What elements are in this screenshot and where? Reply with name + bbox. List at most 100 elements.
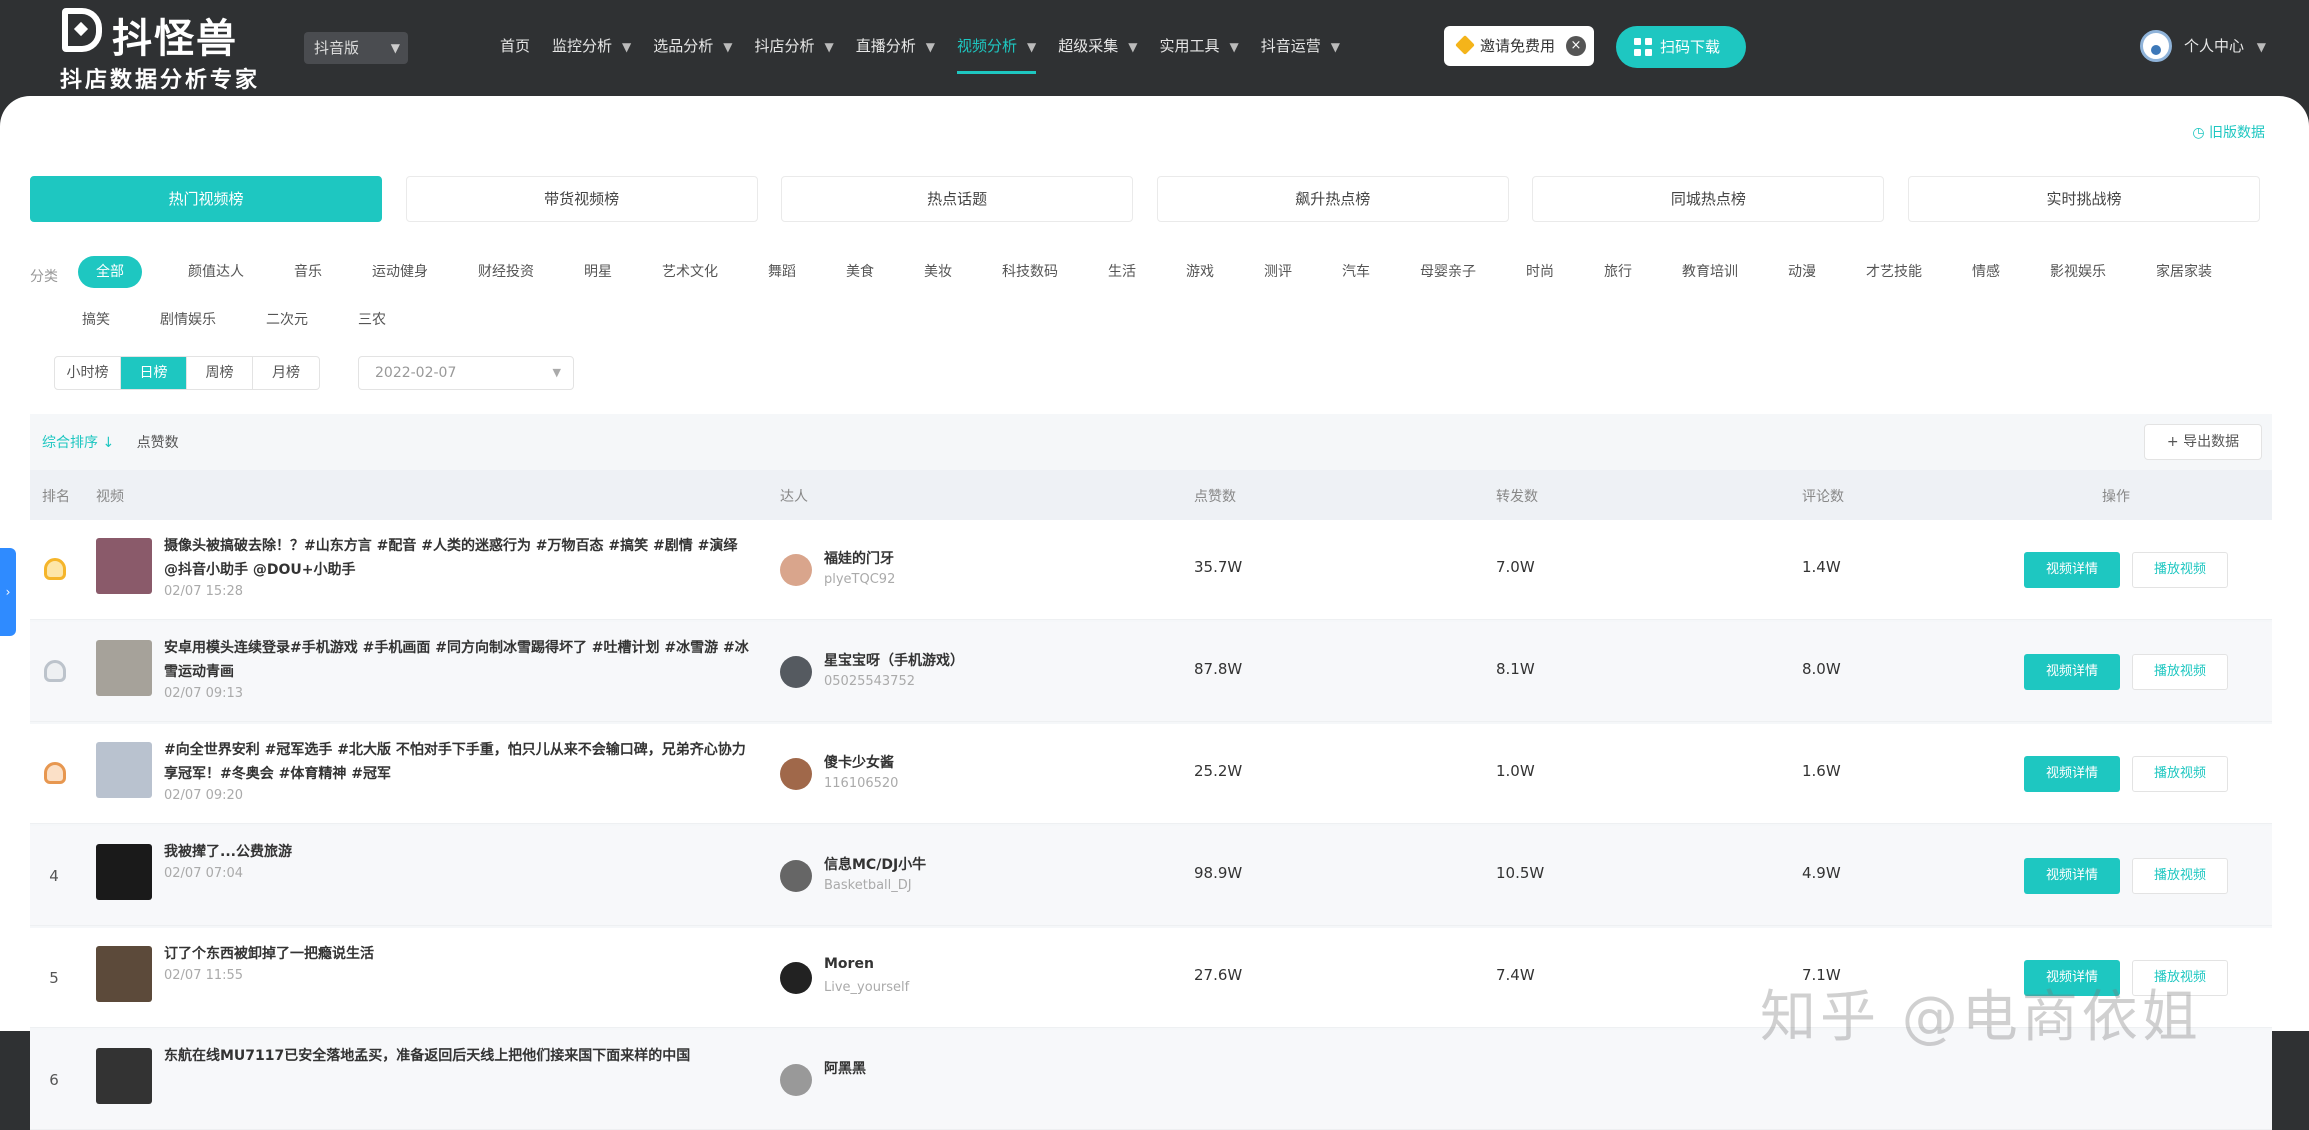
avatar[interactable] — [780, 860, 812, 892]
ranking-tab[interactable]: 飙升热点榜 — [1156, 176, 1509, 222]
chevron-down-icon: ▼ — [622, 40, 632, 54]
ranking-tab[interactable]: 带货视频榜 — [405, 176, 758, 222]
video-title[interactable]: 安卓用模头连续登录#手机游戏 #手机画面 #同方向制冰雪踢得坏了 #吐槽计划 #… — [164, 636, 754, 684]
category-chip[interactable]: 影视娱乐 — [2046, 256, 2110, 288]
category-chip[interactable]: 测评 — [1260, 256, 1296, 288]
category-chip[interactable]: 旅行 — [1600, 256, 1636, 288]
video-thumbnail[interactable] — [96, 742, 152, 798]
table-row: 安卓用模头连续登录#手机游戏 #手机画面 #同方向制冰雪踢得坏了 #吐槽计划 #… — [30, 622, 2272, 722]
sort-composite[interactable]: 综合排序 ↓ — [42, 435, 114, 451]
category-chip[interactable]: 母婴亲子 — [1416, 256, 1480, 288]
watermark: 知乎 @电商依姐 — [1760, 985, 2202, 1050]
ranking-tab[interactable]: 热门视频榜 — [30, 176, 382, 222]
video-thumbnail[interactable] — [96, 1048, 152, 1104]
avatar[interactable] — [780, 1064, 812, 1096]
side-expand-tab[interactable]: › — [0, 548, 16, 636]
video-title[interactable]: 我被撵了...公费旅游 — [164, 840, 754, 864]
col-action: 操作 — [2102, 489, 2130, 505]
video-date: 02/07 11:55 — [164, 968, 244, 983]
period-option[interactable]: 小时榜 — [55, 357, 121, 389]
video-detail-button[interactable]: 视频详情 — [2024, 756, 2120, 792]
nav-item[interactable]: 视频分析 ▼ — [957, 26, 1037, 74]
category-chip[interactable]: 家居家装 — [2152, 256, 2216, 288]
video-title[interactable]: 摄像头被搞破去除！？#山东方言 #配音 #人类的迷惑行为 #万物百态 #搞笑 #… — [164, 534, 754, 582]
invite-button[interactable]: 邀请免费用 × — [1444, 26, 1594, 66]
nav-item[interactable]: 监控分析 ▼ — [552, 26, 631, 74]
category-chip[interactable]: 艺术文化 — [658, 256, 722, 288]
category-label: 分类 — [30, 269, 58, 285]
avatar[interactable] — [780, 656, 812, 688]
nav-item[interactable]: 抖店分析 ▼ — [755, 26, 834, 74]
user-menu[interactable]: 个人中心 ▼ — [2140, 28, 2266, 64]
kol-name[interactable]: 福娃的门牙 — [824, 548, 894, 568]
ranking-tab[interactable]: 同城热点榜 — [1532, 176, 1885, 222]
nav-item[interactable]: 抖音运营 ▼ — [1261, 26, 1340, 74]
category-chip[interactable]: 美妆 — [920, 256, 956, 288]
sort-likes[interactable]: 点赞数 — [137, 435, 179, 451]
category-chip[interactable]: 颜值达人 — [184, 256, 248, 288]
kol-name[interactable]: 星宝宝呀（手机游戏） — [824, 650, 964, 670]
play-video-button[interactable]: 播放视频 — [2132, 552, 2228, 588]
category-chip[interactable]: 剧情娱乐 — [156, 304, 220, 336]
nav-item[interactable]: 直播分析 ▼ — [856, 26, 935, 74]
video-thumbnail[interactable] — [96, 844, 152, 900]
category-chip[interactable]: 汽车 — [1338, 256, 1374, 288]
ranking-tab[interactable]: 热点话题 — [781, 176, 1134, 222]
category-chip[interactable]: 二次元 — [262, 304, 312, 336]
avatar[interactable] — [780, 554, 812, 586]
category-chip[interactable]: 科技数码 — [998, 256, 1062, 288]
category-chip[interactable]: 时尚 — [1522, 256, 1558, 288]
date-picker[interactable]: 2022-02-07 ▼ — [358, 356, 574, 390]
category-chip[interactable]: 教育培训 — [1678, 256, 1742, 288]
category-chip[interactable]: 情感 — [1968, 256, 2004, 288]
export-button[interactable]: + 导出数据 — [2144, 424, 2262, 460]
nav-item[interactable]: 超级采集 ▼ — [1058, 26, 1137, 74]
category-chip[interactable]: 才艺技能 — [1862, 256, 1926, 288]
video-detail-button[interactable]: 视频详情 — [2024, 552, 2120, 588]
avatar[interactable] — [780, 962, 812, 994]
brand-logo[interactable]: 抖怪兽 抖店数据分析专家 — [60, 6, 257, 93]
close-icon[interactable]: × — [1566, 36, 1586, 56]
category-chip[interactable]: 游戏 — [1182, 256, 1218, 288]
nav-item[interactable]: 实用工具 ▼ — [1160, 26, 1239, 74]
download-app-button[interactable]: 扫码下载 — [1616, 26, 1746, 68]
nav-item[interactable]: 选品分析 ▼ — [653, 26, 732, 74]
kol-name[interactable]: 傻卡少女酱 — [824, 752, 894, 772]
category-chip[interactable]: 生活 — [1104, 256, 1140, 288]
play-video-button[interactable]: 播放视频 — [2132, 858, 2228, 894]
category-chip[interactable]: 美食 — [842, 256, 878, 288]
video-detail-button[interactable]: 视频详情 — [2024, 858, 2120, 894]
video-title[interactable]: 东航在线MU7117已安全落地孟买，准备返回后天线上把他们接来国下面来样的中国 — [164, 1044, 754, 1068]
category-chip[interactable]: 全部 — [78, 256, 142, 288]
category-chip[interactable]: 运动健身 — [368, 256, 432, 288]
kol-name[interactable]: Moren — [824, 956, 874, 972]
period-option[interactable]: 周榜 — [187, 357, 253, 389]
category-chip[interactable]: 三农 — [354, 304, 390, 336]
video-thumbnail[interactable] — [96, 640, 152, 696]
video-title[interactable]: 订了个东西被卸掉了一把瘾说生活 — [164, 942, 754, 966]
category-chip[interactable]: 舞蹈 — [764, 256, 800, 288]
category-chip[interactable]: 明星 — [580, 256, 616, 288]
kol-name[interactable]: 阿黑黑 — [824, 1058, 866, 1078]
video-thumbnail[interactable] — [96, 946, 152, 1002]
ranking-tab[interactable]: 实时挑战榜 — [1907, 176, 2260, 222]
platform-select[interactable]: 抖音版 ▼ — [304, 32, 408, 64]
video-thumbnail[interactable] — [96, 538, 152, 594]
period-option[interactable]: 日榜 — [121, 357, 187, 389]
category-chip[interactable]: 音乐 — [290, 256, 326, 288]
video-detail-button[interactable]: 视频详情 — [2024, 654, 2120, 690]
old-version-link[interactable]: ◷ 旧版数据 — [2192, 122, 2265, 142]
play-video-button[interactable]: 播放视频 — [2132, 654, 2228, 690]
user-label: 个人中心 — [2184, 37, 2245, 55]
kol-name[interactable]: 信息MC/DJ小牛 — [824, 854, 926, 874]
play-video-button[interactable]: 播放视频 — [2132, 756, 2228, 792]
nav-item-label: 选品分析 — [653, 37, 714, 55]
avatar[interactable] — [780, 758, 812, 790]
kol-id: Basketball_DJ — [824, 878, 912, 893]
category-chip[interactable]: 动漫 — [1784, 256, 1820, 288]
nav-item[interactable]: 首页 — [500, 26, 530, 74]
category-chip[interactable]: 搞笑 — [78, 304, 114, 336]
period-option[interactable]: 月榜 — [253, 357, 319, 389]
video-title[interactable]: #向全世界安利 #冠军选手 #北大版 不怕对手下手重，怕只儿从来不会输口碑，兄弟… — [164, 738, 754, 786]
category-chip[interactable]: 财经投资 — [474, 256, 538, 288]
